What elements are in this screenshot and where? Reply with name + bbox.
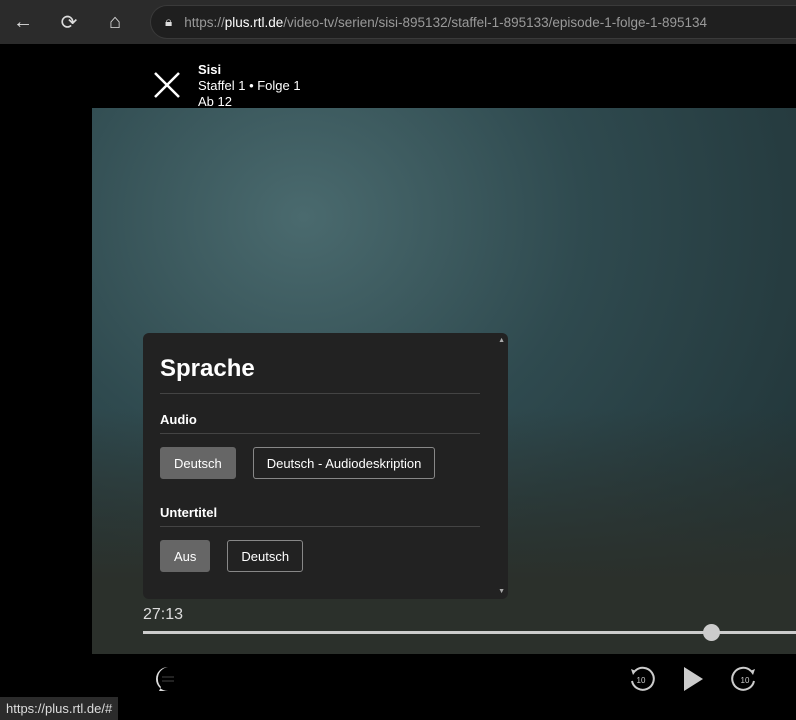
audio-option-audiodeskription[interactable]: Deutsch - Audiodeskription [252,447,436,479]
url-host: plus.rtl.de [224,14,284,30]
scroll-up-icon[interactable]: ▲ [498,337,505,344]
audio-option-deutsch[interactable]: Deutsch [160,447,236,479]
subtitle-option-aus[interactable]: Aus [160,540,211,572]
url-prefix: https:// [184,14,225,30]
reload-button[interactable]: ⟳ [46,0,92,44]
scroll-down-icon[interactable]: ▼ [498,588,505,595]
forward-10-icon: 10 [731,666,755,691]
episode-label: Staffel 1 • Folge 1 [198,78,301,93]
subtitles-button[interactable] [153,664,183,694]
svg-text:10: 10 [637,676,646,685]
speech-bubble-icon [156,667,174,691]
panel-title: Sprache [160,355,480,394]
subtitle-heading: Untertitel [160,505,480,527]
url-path: /video-tv/serien/sisi-895132/staffel-1-8… [283,14,708,30]
subtitle-option-deutsch[interactable]: Deutsch [227,540,304,572]
address-bar[interactable]: 🔒︎ https://plus.rtl.de/video-tv/serien/s… [150,5,796,39]
play-button[interactable] [678,664,708,694]
audio-heading: Audio [160,412,480,434]
progress-thumb[interactable] [703,624,721,641]
svg-text:10: 10 [741,676,750,685]
back-button[interactable]: ← [0,0,46,44]
language-panel: ▲ ▼ Sprache Audio Deutsch Deutsch - Audi… [143,333,508,599]
rewind-10-icon: 10 [631,666,655,691]
link-status-bar: https://plus.rtl.de/# [0,697,119,720]
rewind-button[interactable]: 10 [626,664,656,694]
progress-bar[interactable] [143,624,796,641]
forward-button[interactable]: 10 [730,664,760,694]
show-title: Sisi [198,62,222,77]
play-icon [684,667,703,691]
current-time: 27:13 [143,606,184,623]
home-button[interactable]: ⌂ [92,0,138,44]
close-icon[interactable] [152,70,182,100]
age-rating: Ab 12 [198,94,232,109]
browser-toolbar: ← ⟳ ⌂ 🔒︎ https://plus.rtl.de/video-tv/se… [0,0,796,44]
show-info: Sisi Staffel 1 • Folge 1 Ab 12 [198,62,301,110]
lock-icon: 🔒︎ [165,14,173,29]
